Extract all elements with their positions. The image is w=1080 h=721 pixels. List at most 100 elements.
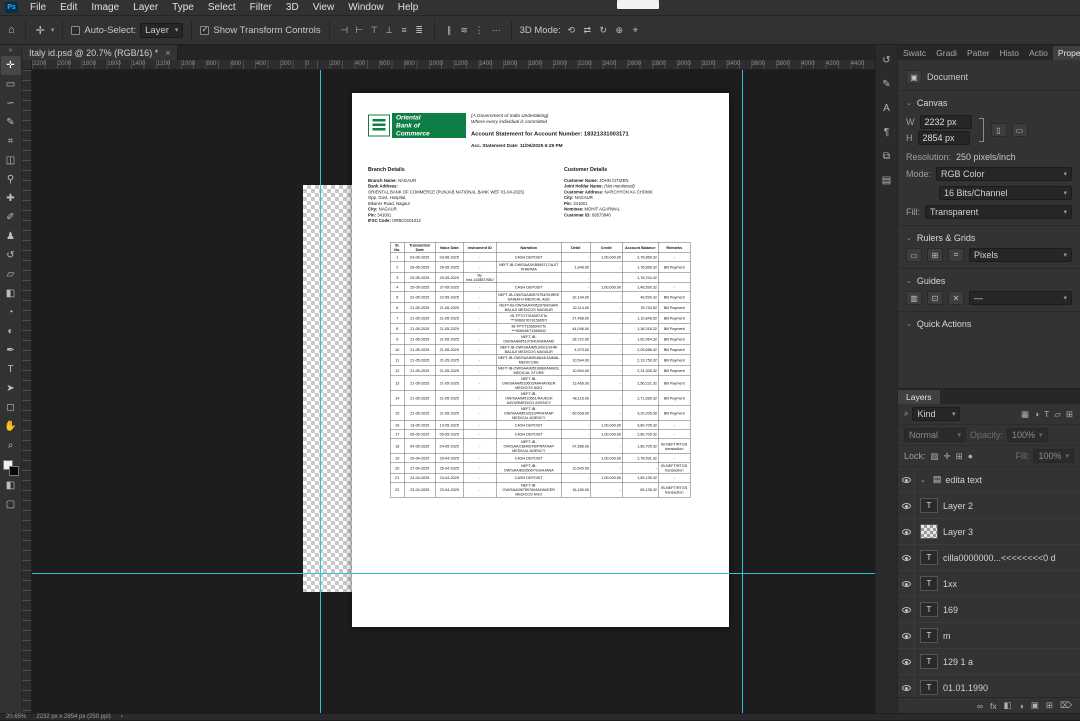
hand-tool[interactable]: ✋	[1, 417, 21, 436]
menu-help[interactable]: Help	[391, 0, 426, 15]
zoom-tool[interactable]: ⌕	[1, 436, 21, 455]
home-icon[interactable]: ⌂	[6, 24, 17, 36]
visibility-toggle[interactable]	[898, 519, 915, 544]
visibility-toggle[interactable]	[898, 467, 915, 492]
menu-window[interactable]: Window	[341, 0, 391, 15]
toggle-snap-button[interactable]: ⌗	[948, 248, 964, 262]
new-layer-icon[interactable]: ⊞	[1046, 700, 1053, 711]
slice-tool[interactable]: ◫	[1, 151, 21, 170]
distribute-v-icon[interactable]: ≋	[458, 24, 471, 37]
layer-row[interactable]: ⌄ ▤ edita text	[898, 467, 1080, 493]
tool-preset-move-icon[interactable]: ✛	[34, 24, 47, 37]
zoom-level[interactable]: 20.65%	[6, 714, 26, 721]
canvas-area[interactable]: Oriental Bank of Commerce (A Government …	[32, 70, 875, 713]
distribute-spacing-icon[interactable]: ⋮	[473, 24, 486, 37]
document-canvas[interactable]: Oriental Bank of Commerce (A Government …	[352, 93, 729, 627]
align-left-icon[interactable]: ⊣	[338, 24, 351, 37]
type-filter-icon[interactable]: T	[1043, 409, 1050, 420]
3d-drag-icon[interactable]: ↻	[597, 24, 610, 37]
menu-view[interactable]: View	[306, 0, 342, 15]
panel-tab-properties[interactable]: Properties	[1052, 46, 1080, 60]
menu-filter[interactable]: Filter	[243, 0, 279, 15]
adjustment-filter-icon[interactable]: ◑	[1033, 409, 1040, 420]
lock-position-icon[interactable]: ✛	[943, 451, 952, 462]
toggle-guides-button[interactable]: ▥	[906, 291, 922, 305]
libraries-panel-icon[interactable]: ▤	[882, 175, 891, 186]
menu-3d[interactable]: 3D	[279, 0, 306, 15]
healing-brush-tool[interactable]: ✚	[1, 189, 21, 208]
history-panel-icon[interactable]: ↺	[882, 55, 890, 66]
menu-edit[interactable]: Edit	[53, 0, 84, 15]
3d-scale-icon[interactable]: ⌖	[629, 24, 642, 37]
panel-tab-swatc[interactable]: Swatc	[898, 46, 931, 60]
menu-layer[interactable]: Layer	[126, 0, 165, 15]
dodge-tool[interactable]: ◐	[1, 322, 21, 341]
more-options-icon[interactable]: ⋯	[490, 25, 503, 36]
rulers-grids-section-header[interactable]: ⌄ Rulers & Grids	[906, 233, 1072, 243]
path-selection-tool[interactable]: ➤	[1, 379, 21, 398]
layer-row[interactable]: Tm	[898, 623, 1080, 649]
pen-tool[interactable]: ✒	[1, 341, 21, 360]
menu-image[interactable]: Image	[84, 0, 126, 15]
link-layers-icon[interactable]: ∞	[977, 701, 983, 711]
pixel-filter-icon[interactable]: ▦	[1020, 409, 1030, 420]
visibility-toggle[interactable]	[898, 493, 915, 518]
guide-style-dropdown[interactable]: — ▾	[969, 291, 1072, 305]
menu-type[interactable]: Type	[165, 0, 201, 15]
panel-tab-patter[interactable]: Patter	[962, 46, 995, 60]
layer-row[interactable]: Layer 3	[898, 519, 1080, 545]
background-color-swatch[interactable]	[8, 466, 19, 476]
layer-row[interactable]: T 169	[898, 597, 1080, 623]
color-swatches[interactable]	[2, 460, 19, 476]
clone-stamp-tool[interactable]: ♟	[1, 227, 21, 246]
layer-row[interactable]: T 01.01.1990	[898, 675, 1080, 697]
visibility-toggle[interactable]	[898, 623, 915, 648]
group-expand-icon[interactable]: ⌄	[920, 476, 926, 484]
marquee-tool[interactable]: ▭	[1, 75, 21, 94]
tab-layers[interactable]: Layers	[898, 390, 940, 404]
layer-filter-kind-dropdown[interactable]: Kind ▾	[912, 407, 961, 421]
canvas-fill-dropdown[interactable]: Transparent ▾	[925, 205, 1072, 219]
delete-layer-icon[interactable]: ⌦	[1060, 700, 1072, 711]
brush-settings-panel-icon[interactable]: ✎	[882, 79, 890, 90]
layer-group-icon[interactable]: ▣	[1031, 700, 1039, 711]
auto-select-checkbox[interactable]	[71, 25, 81, 35]
show-transform-checkbox[interactable]: ✓	[200, 25, 210, 35]
align-center-v-icon[interactable]: ≡	[398, 24, 411, 37]
3d-rotate-icon[interactable]: ⟲	[565, 24, 578, 37]
align-right-icon[interactable]: ⊤	[368, 24, 381, 37]
visibility-toggle[interactable]	[898, 545, 915, 570]
screen-mode-icon[interactable]: ▢	[1, 495, 21, 514]
blur-tool[interactable]: ◔	[1, 303, 21, 322]
canvas-height-input[interactable]: 2854 px	[917, 131, 970, 145]
quick-mask-icon[interactable]: ◧	[1, 476, 21, 495]
menu-select[interactable]: Select	[201, 0, 243, 15]
align-bottom-icon[interactable]: ≣	[413, 24, 426, 37]
type-tool[interactable]: T	[1, 360, 21, 379]
tab-close-icon[interactable]: ×	[165, 48, 170, 58]
lock-guides-button[interactable]: ⊡	[927, 291, 943, 305]
clear-guides-button[interactable]: ✕	[948, 291, 964, 305]
3d-slide-icon[interactable]: ⊕	[613, 24, 626, 37]
visibility-toggle[interactable]	[898, 649, 915, 674]
layer-row[interactable]: T 1xx	[898, 571, 1080, 597]
clone-source-panel-icon[interactable]: ⧉	[883, 151, 890, 162]
eyedropper-tool[interactable]: ⚲	[1, 170, 21, 189]
character-panel-icon[interactable]: A	[883, 103, 890, 114]
bit-depth-dropdown[interactable]: 16 Bits/Channel ▾	[939, 186, 1072, 200]
landscape-orientation-button[interactable]: ▭	[1011, 123, 1028, 137]
lock-image-icon[interactable]: ⊞	[955, 451, 964, 462]
quick-actions-section-header[interactable]: ⌄ Quick Actions	[906, 319, 1072, 329]
move-tool[interactable]: ✛	[0, 56, 21, 75]
vertical-ruler[interactable]	[22, 70, 32, 713]
layer-row[interactable]: Tcilla0000000...<<<<<<<<0 d	[898, 545, 1080, 571]
history-brush-tool[interactable]: ↺	[1, 246, 21, 265]
eraser-tool[interactable]: ▱	[1, 265, 21, 284]
3d-roll-icon[interactable]: ⇄	[581, 24, 594, 37]
units-dropdown[interactable]: Pixels ▾	[969, 248, 1072, 262]
lock-all-icon[interactable]: ●	[967, 451, 974, 462]
lock-transparent-icon[interactable]: ▨	[930, 451, 940, 462]
panel-tab-actio[interactable]: Actio	[1024, 46, 1053, 60]
gradient-tool[interactable]: ◧	[1, 284, 21, 303]
canvas-section-header[interactable]: ⌄ Canvas	[906, 98, 1072, 108]
